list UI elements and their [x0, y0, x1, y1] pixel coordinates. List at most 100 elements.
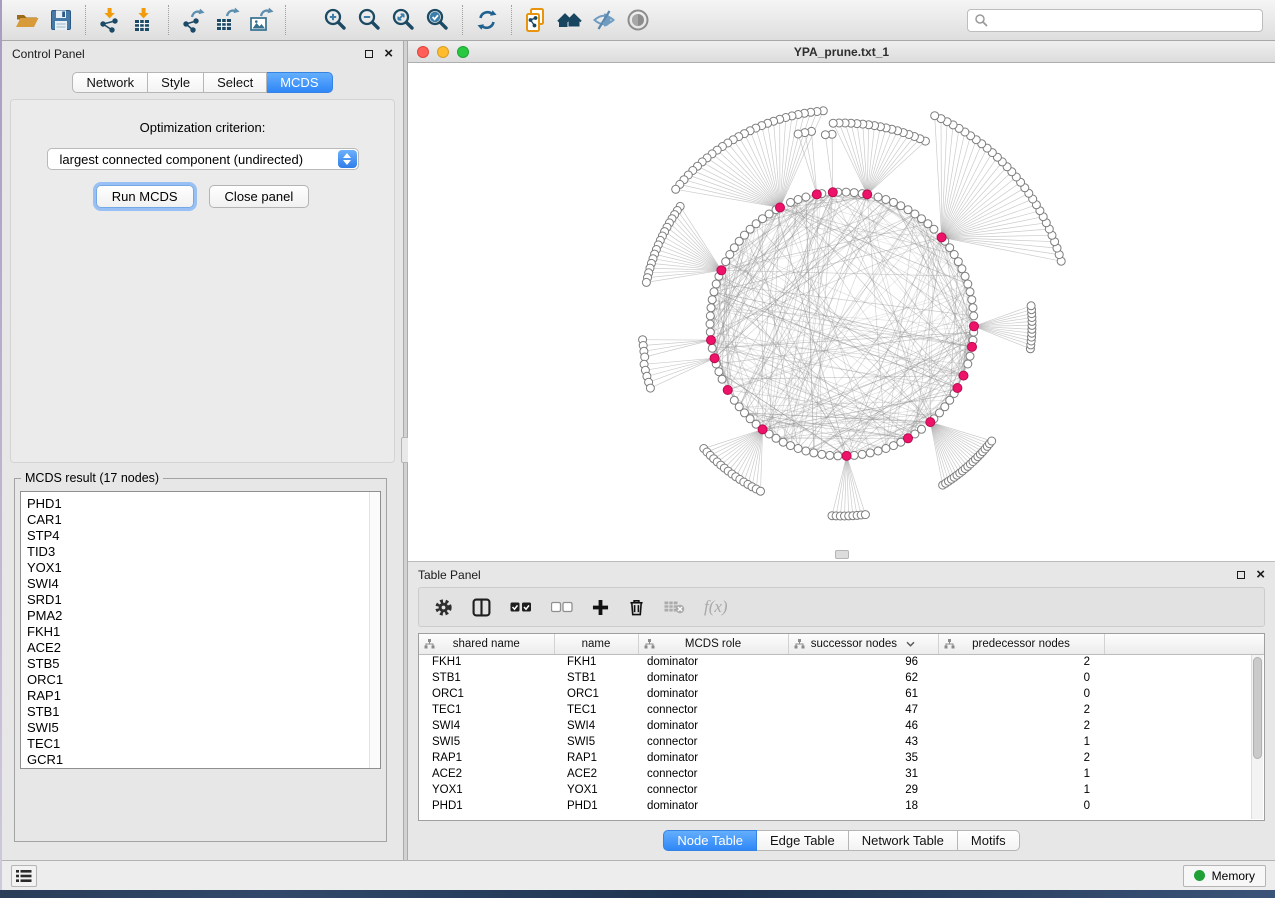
mcds-result-item[interactable]: STP4 — [27, 528, 380, 544]
maximize-window-icon[interactable] — [457, 46, 469, 58]
table-row[interactable]: ORC1ORC1dominator610 — [419, 686, 1264, 702]
sort-descending-icon — [906, 638, 915, 650]
column-header-predecessor-nodes[interactable]: predecessor nodes — [938, 634, 1104, 654]
zoom-fit-icon[interactable] — [387, 4, 421, 36]
mcds-result-item[interactable]: STB5 — [27, 656, 380, 672]
mcds-result-item[interactable]: RAP1 — [27, 688, 380, 704]
tab-select[interactable]: Select — [204, 72, 267, 93]
table-row[interactable]: SWI4SWI4dominator462 — [419, 718, 1264, 734]
task-history-button[interactable] — [11, 865, 37, 887]
mcds-result-item[interactable]: ORC1 — [27, 672, 380, 688]
control-panel: Control Panel × Network Style Select MCD… — [2, 41, 403, 860]
run-mcds-button[interactable]: Run MCDS — [96, 185, 194, 208]
close-window-icon[interactable] — [417, 46, 429, 58]
delete-columns-icon[interactable] — [628, 598, 645, 616]
new-network-from-selection-icon[interactable] — [519, 4, 553, 36]
mcds-result-item[interactable]: PHD1 — [27, 496, 380, 512]
show-all-networks-icon[interactable] — [553, 4, 587, 36]
close-panel-icon[interactable]: × — [384, 49, 393, 59]
tab-motifs[interactable]: Motifs — [958, 830, 1020, 851]
mcds-result-item[interactable]: STB1 — [27, 704, 380, 720]
table-row[interactable]: STB1STB1dominator620 — [419, 670, 1264, 686]
table-scrollbar[interactable] — [1251, 655, 1263, 819]
mcds-result-item[interactable]: GCR1 — [27, 752, 380, 768]
main-toolbar — [2, 0, 1275, 41]
table-row[interactable]: YOX1YOX1connector291 — [419, 782, 1264, 798]
deselect-all-columns-icon[interactable] — [551, 601, 573, 613]
export-image-icon[interactable] — [244, 4, 278, 36]
table-toolbar: f(x) — [418, 587, 1265, 627]
mcds-list-scrollbar[interactable] — [369, 492, 380, 768]
tab-network[interactable]: Network — [72, 72, 148, 93]
create-new-column-icon[interactable] — [592, 599, 609, 616]
optimization-criterion-select[interactable]: largest connected component (undirected) — [47, 148, 359, 170]
node-table[interactable]: shared name name MCDS role — [418, 633, 1265, 821]
table-row[interactable]: FKH1FKH1dominator962 — [419, 654, 1264, 670]
open-session-icon[interactable] — [10, 4, 44, 36]
network-and-table-area: YPA_prune.txt_1 Table Panel × — [408, 41, 1275, 860]
column-header-mcds-role[interactable]: MCDS role — [638, 634, 788, 654]
column-header-successor-nodes[interactable]: successor nodes — [788, 634, 938, 654]
table-panel: Table Panel × — [408, 562, 1275, 860]
column-header-filler — [1104, 634, 1264, 654]
refresh-icon[interactable] — [470, 4, 504, 36]
table-row[interactable]: ACE2ACE2connector311 — [419, 766, 1264, 782]
delete-table-icon-disabled — [664, 600, 685, 614]
table-tabs-bar: Node Table Edge Table Network Table Moti… — [418, 821, 1265, 860]
attribute-type-icon — [644, 639, 655, 652]
horizontal-splitter-grip[interactable] — [835, 550, 849, 559]
mcds-result-item[interactable]: FKH1 — [27, 624, 380, 640]
show-column-panel-icon[interactable] — [472, 598, 491, 617]
mcds-result-item[interactable]: TID3 — [27, 544, 380, 560]
mcds-result-item[interactable]: PMA2 — [27, 608, 380, 624]
save-session-icon[interactable] — [44, 4, 78, 36]
float-table-panel-icon[interactable] — [1237, 571, 1245, 579]
tab-mcds[interactable]: MCDS — [267, 72, 332, 93]
network-graph[interactable] — [408, 63, 1274, 561]
mcds-result-item[interactable]: SWI5 — [27, 720, 380, 736]
zoom-out-icon[interactable] — [353, 4, 387, 36]
optimization-criterion-value: largest connected component (undirected) — [60, 152, 304, 167]
export-table-icon[interactable] — [210, 4, 244, 36]
mcds-result-item[interactable]: SRD1 — [27, 592, 380, 608]
mcds-options-box: Optimization criterion: largest connecte… — [10, 99, 395, 463]
main-area: Control Panel × Network Style Select MCD… — [2, 41, 1275, 860]
float-panel-icon[interactable] — [365, 50, 373, 58]
column-header-shared-name[interactable]: shared name — [419, 634, 554, 654]
mcds-result-item[interactable]: SWI4 — [27, 576, 380, 592]
close-panel-button[interactable]: Close panel — [209, 185, 310, 208]
import-network-icon[interactable] — [93, 4, 127, 36]
table-row[interactable]: TEC1TEC1connector472 — [419, 702, 1264, 718]
table-row[interactable]: SWI5SWI5connector431 — [419, 734, 1264, 750]
tab-edge-table[interactable]: Edge Table — [757, 830, 849, 851]
tab-node-table[interactable]: Node Table — [663, 830, 757, 851]
hide-graphics-details-icon[interactable] — [587, 4, 621, 36]
mcds-result-item[interactable]: TEC1 — [27, 736, 380, 752]
network-view-canvas[interactable] — [408, 63, 1275, 562]
search-input[interactable] — [992, 13, 1256, 27]
tab-network-table[interactable]: Network Table — [849, 830, 958, 851]
mcds-result-item[interactable]: ACE2 — [27, 640, 380, 656]
table-row[interactable]: PHD1PHD1dominator180 — [419, 798, 1264, 814]
table-options-gear-icon[interactable] — [434, 598, 453, 617]
select-all-columns-icon[interactable] — [510, 601, 532, 613]
memory-label: Memory — [1212, 869, 1255, 883]
mcds-result-list[interactable]: PHD1CAR1STP4TID3YOX1SWI4SRD1PMA2FKH1ACE2… — [20, 491, 381, 769]
tab-style[interactable]: Style — [148, 72, 204, 93]
close-table-panel-icon[interactable]: × — [1256, 570, 1265, 580]
table-row[interactable]: RAP1RAP1dominator352 — [419, 750, 1264, 766]
network-window-titlebar[interactable]: YPA_prune.txt_1 — [408, 41, 1275, 63]
memory-button[interactable]: Memory — [1183, 865, 1266, 887]
mcds-result-item[interactable]: YOX1 — [27, 560, 380, 576]
import-table-icon[interactable] — [127, 4, 161, 36]
optimization-criterion-label: Optimization criterion: — [11, 120, 394, 135]
table-scrollbar-thumb[interactable] — [1253, 657, 1262, 759]
column-header-name[interactable]: name — [554, 634, 638, 654]
zoom-in-icon[interactable] — [319, 4, 353, 36]
export-network-icon[interactable] — [176, 4, 210, 36]
show-graphics-details-icon[interactable] — [621, 4, 655, 36]
minimize-window-icon[interactable] — [437, 46, 449, 58]
network-search-field[interactable] — [967, 9, 1263, 32]
mcds-result-item[interactable]: CAR1 — [27, 512, 380, 528]
zoom-selected-icon[interactable] — [421, 4, 455, 36]
